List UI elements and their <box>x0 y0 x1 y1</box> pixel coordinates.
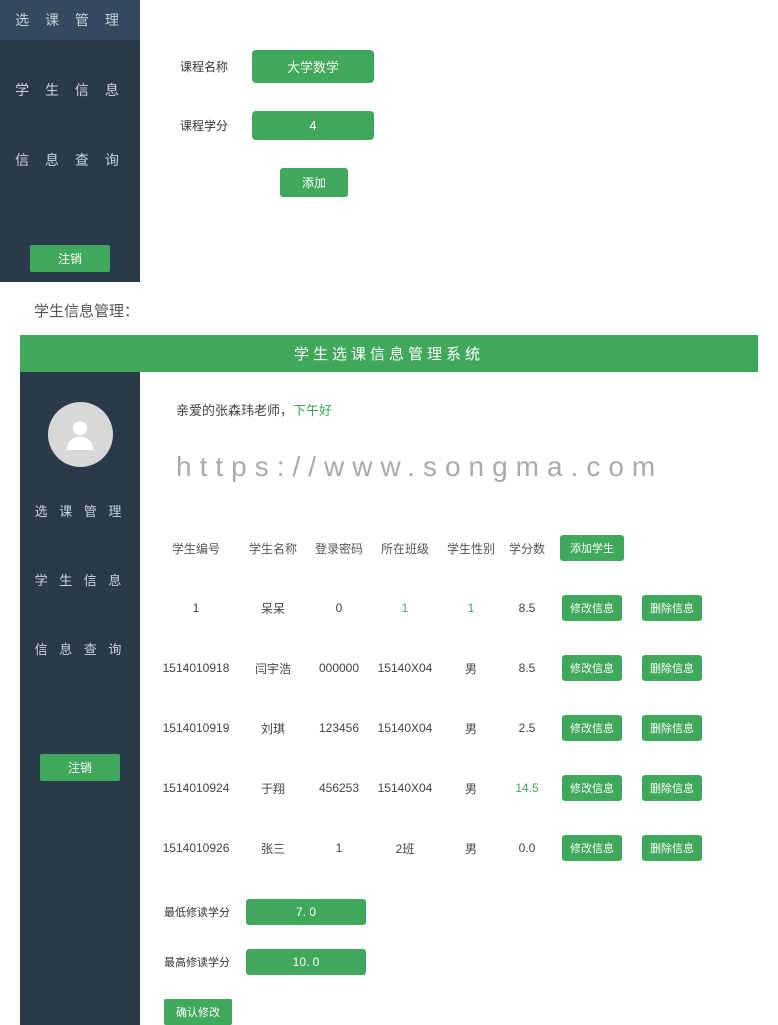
confirm-modify-button[interactable]: 确认修改 <box>164 999 232 1025</box>
cell-credit: 8.5 <box>502 661 552 675</box>
cell-password: 456253 <box>308 781 370 795</box>
min-credit-field[interactable]: 7. 0 <box>246 899 366 925</box>
cell-gender: 男 <box>440 780 502 797</box>
cell-credit: 8.5 <box>502 601 552 615</box>
th-student-name: 学生名称 <box>238 540 308 557</box>
table-row: 1514010926张三12班男0.0 修改信息删除信息 <box>154 827 758 869</box>
cell-class: 1 <box>370 601 440 615</box>
logout-button-2[interactable]: 注销 <box>40 754 120 781</box>
cell-name: 张三 <box>238 840 308 857</box>
course-name-label: 课程名称 <box>180 58 252 75</box>
sidebar-item-info-query[interactable]: 信 息 查 询 <box>0 140 140 180</box>
min-credit-label: 最低修读学分 <box>164 904 246 920</box>
sidebar-top: 选 课 管 理 学 生 信 息 信 息 查 询 注销 <box>0 0 140 282</box>
course-name-field[interactable]: 大学数学 <box>252 50 374 83</box>
logout-button[interactable]: 注销 <box>30 245 110 272</box>
cell-credit: 14.5 <box>502 781 552 795</box>
th-credit: 学分数 <box>502 540 552 557</box>
table-row: 1514010919刘琪12345615140X04男2.5 修改信息删除信息 <box>154 707 758 749</box>
sidebar-lower: 选 课 管 理 学 生 信 息 信 息 查 询 注销 <box>20 372 140 1025</box>
course-credit-field[interactable]: 4 <box>252 111 374 140</box>
delete-button[interactable]: 删除信息 <box>642 655 702 681</box>
cell-name: 呆呆 <box>238 600 308 617</box>
sidebar-item-course-mgmt[interactable]: 选 课 管 理 <box>0 0 140 40</box>
cell-gender: 男 <box>440 660 502 677</box>
cell-password: 0 <box>308 601 370 615</box>
cell-class: 15140X04 <box>370 661 440 675</box>
cell-id: 1514010926 <box>154 841 238 855</box>
edit-button[interactable]: 修改信息 <box>562 715 622 741</box>
cell-gender: 男 <box>440 840 502 857</box>
delete-button[interactable]: 删除信息 <box>642 835 702 861</box>
table-row: 1514010918闫宇浩00000015140X04男8.5 修改信息删除信息 <box>154 647 758 689</box>
cell-gender: 男 <box>440 720 502 737</box>
cell-id: 1514010919 <box>154 721 238 735</box>
th-password: 登录密码 <box>308 540 370 557</box>
cell-class: 15140X04 <box>370 781 440 795</box>
cell-class: 15140X04 <box>370 721 440 735</box>
th-student-id: 学生编号 <box>154 540 238 557</box>
table-row: 1514010924于翔45625315140X04男14.5 修改信息删除信息 <box>154 767 758 809</box>
cell-password: 1 <box>308 841 370 855</box>
delete-button[interactable]: 删除信息 <box>642 715 702 741</box>
avatar <box>48 402 113 467</box>
table-row: 1呆呆0118.5修改信息删除信息 <box>154 587 758 629</box>
cell-name: 于翔 <box>238 780 308 797</box>
edit-button[interactable]: 修改信息 <box>562 835 622 861</box>
cell-id: 1514010918 <box>154 661 238 675</box>
th-class: 所在班级 <box>370 540 440 557</box>
max-credit-label: 最高修读学分 <box>164 954 246 970</box>
cell-class: 2班 <box>370 840 440 857</box>
sidebar-item-student-info-2[interactable]: 学 生 信 息 <box>20 561 140 598</box>
cell-id: 1 <box>154 601 238 615</box>
watermark-url: https://www.songma.com <box>154 445 758 503</box>
cell-password: 123456 <box>308 721 370 735</box>
cell-password: 000000 <box>308 661 370 675</box>
sidebar-item-info-query-2[interactable]: 信 息 查 询 <box>20 630 140 667</box>
course-credit-label: 课程学分 <box>180 117 252 134</box>
cell-credit: 2.5 <box>502 721 552 735</box>
section-title: 学生信息管理： <box>0 282 778 335</box>
cell-name: 刘琪 <box>238 720 308 737</box>
add-course-button[interactable]: 添加 <box>280 168 348 197</box>
delete-button[interactable]: 删除信息 <box>642 595 702 621</box>
edit-button[interactable]: 修改信息 <box>562 595 622 621</box>
add-student-button[interactable]: 添加学生 <box>560 535 624 561</box>
edit-button[interactable]: 修改信息 <box>562 655 622 681</box>
student-table: 学生编号 学生名称 登录密码 所在班级 学生性别 学分数 添加学生 1呆呆011… <box>154 527 758 869</box>
cell-credit: 0.0 <box>502 841 552 855</box>
user-icon <box>60 415 100 455</box>
cell-name: 闫宇浩 <box>238 660 308 677</box>
cell-gender: 1 <box>440 601 502 615</box>
th-gender: 学生性别 <box>440 540 502 557</box>
system-header: 学生选课信息管理系统 <box>20 335 758 372</box>
max-credit-field[interactable]: 10. 0 <box>246 949 366 975</box>
sidebar-item-course-mgmt-2[interactable]: 选 课 管 理 <box>20 492 140 529</box>
cell-id: 1514010924 <box>154 781 238 795</box>
greeting-text: 亲爱的张森玮老师，下午好 <box>154 372 758 445</box>
sidebar-item-student-info[interactable]: 学 生 信 息 <box>0 70 140 110</box>
delete-button[interactable]: 删除信息 <box>642 775 702 801</box>
edit-button[interactable]: 修改信息 <box>562 775 622 801</box>
